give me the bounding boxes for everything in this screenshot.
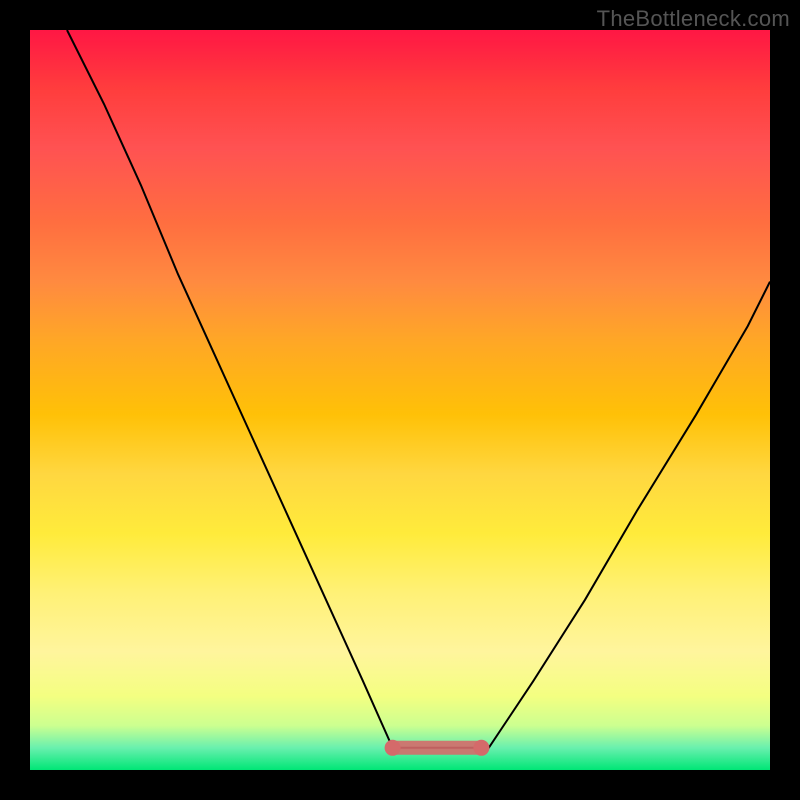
plot-area bbox=[30, 30, 770, 770]
marker-end-dot bbox=[385, 740, 401, 756]
marker-end-dot bbox=[473, 740, 489, 756]
bottleneck-curve bbox=[67, 30, 770, 748]
chart-frame: TheBottleneck.com bbox=[0, 0, 800, 800]
curve-svg bbox=[30, 30, 770, 770]
watermark-text: TheBottleneck.com bbox=[597, 6, 790, 32]
